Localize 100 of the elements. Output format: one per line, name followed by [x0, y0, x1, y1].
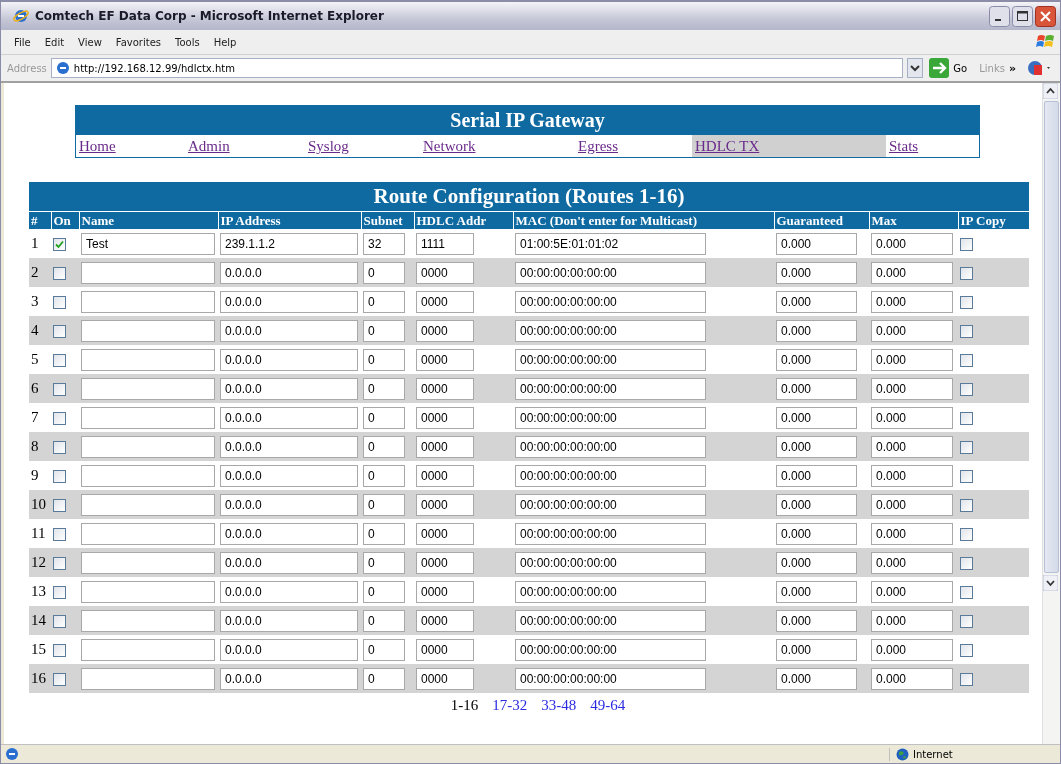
on-checkbox[interactable] — [53, 441, 66, 455]
address-field[interactable]: http://192.168.12.99/hdlctx.htm — [50, 58, 904, 78]
hdlc-address-field[interactable]: 0000 — [416, 638, 474, 661]
ip-copy-checkbox[interactable] — [960, 354, 973, 368]
ip-address-field[interactable]: 0.0.0.0 — [220, 580, 358, 603]
nav-link[interactable]: Home — [76, 135, 185, 157]
hdlc-address-field[interactable]: 0000 — [416, 667, 474, 690]
mac-address-field[interactable]: 00:00:00:00:00:00 — [515, 493, 706, 516]
subnet-field[interactable]: 0 — [363, 377, 405, 400]
on-checkbox[interactable] — [53, 383, 66, 397]
subnet-field[interactable]: 0 — [363, 464, 405, 487]
ip-address-field[interactable]: 0.0.0.0 — [220, 609, 358, 632]
mac-address-field[interactable]: 00:00:00:00:00:00 — [515, 667, 706, 690]
ip-address-field[interactable]: 0.0.0.0 — [220, 638, 358, 661]
guaranteed-field[interactable]: 0.000 — [776, 319, 857, 342]
mac-address-field[interactable]: 00:00:00:00:00:00 — [515, 261, 706, 284]
name-field[interactable] — [81, 609, 215, 632]
guaranteed-field[interactable]: 0.000 — [776, 232, 857, 255]
subnet-field[interactable]: 32 — [363, 232, 405, 255]
max-field[interactable]: 0.000 — [871, 406, 953, 429]
ip-copy-checkbox[interactable] — [960, 557, 973, 571]
maximize-button[interactable] — [1012, 5, 1033, 27]
ip-copy-checkbox[interactable] — [960, 499, 973, 513]
ip-copy-checkbox[interactable] — [960, 615, 973, 629]
guaranteed-field[interactable]: 0.000 — [776, 522, 857, 545]
ip-address-field[interactable]: 0.0.0.0 — [220, 261, 358, 284]
ip-address-field[interactable]: 0.0.0.0 — [220, 493, 358, 516]
scroll-down-button[interactable] — [1043, 575, 1058, 591]
max-field[interactable]: 0.000 — [871, 493, 953, 516]
max-field[interactable]: 0.000 — [871, 464, 953, 487]
nav-link[interactable]: Stats — [886, 135, 979, 157]
mac-address-field[interactable]: 00:00:00:00:00:00 — [515, 406, 706, 429]
hdlc-address-field[interactable]: 0000 — [416, 522, 474, 545]
guaranteed-field[interactable]: 0.000 — [776, 377, 857, 400]
subnet-field[interactable]: 0 — [363, 609, 405, 632]
guaranteed-field[interactable]: 0.000 — [776, 435, 857, 458]
ip-copy-checkbox[interactable] — [960, 383, 973, 397]
hdlc-address-field[interactable]: 0000 — [416, 406, 474, 429]
name-field[interactable] — [81, 435, 215, 458]
hdlc-address-field[interactable]: 0000 — [416, 609, 474, 632]
guaranteed-field[interactable]: 0.000 — [776, 406, 857, 429]
on-checkbox[interactable] — [53, 325, 66, 339]
guaranteed-field[interactable]: 0.000 — [776, 464, 857, 487]
subnet-field[interactable]: 0 — [363, 319, 405, 342]
ip-copy-checkbox[interactable] — [960, 267, 973, 281]
name-field[interactable] — [81, 522, 215, 545]
subnet-field[interactable]: 0 — [363, 406, 405, 429]
max-field[interactable]: 0.000 — [871, 348, 953, 371]
ip-address-field[interactable]: 0.0.0.0 — [220, 348, 358, 371]
menu-item[interactable]: Help — [206, 36, 244, 48]
hdlc-address-field[interactable]: 1111 — [416, 232, 474, 255]
mac-address-field[interactable]: 00:00:00:00:00:00 — [515, 464, 706, 487]
mac-address-field[interactable]: 00:00:00:00:00:00 — [515, 290, 706, 313]
max-field[interactable]: 0.000 — [871, 522, 953, 545]
on-checkbox[interactable] — [53, 644, 66, 658]
ip-address-field[interactable]: 0.0.0.0 — [220, 319, 358, 342]
more-links-button[interactable]: » — [1008, 61, 1016, 75]
hdlc-address-field[interactable]: 0000 — [416, 261, 474, 284]
mac-address-field[interactable]: 01:00:5E:01:01:02 — [515, 232, 706, 255]
nav-link[interactable]: Network — [420, 135, 575, 157]
page-link[interactable]: 33-48 — [541, 697, 577, 714]
on-checkbox[interactable] — [53, 470, 66, 484]
guaranteed-field[interactable]: 0.000 — [776, 261, 857, 284]
guaranteed-field[interactable]: 0.000 — [776, 638, 857, 661]
menu-item[interactable]: View — [71, 36, 109, 48]
ip-address-field[interactable]: 0.0.0.0 — [220, 522, 358, 545]
mac-address-field[interactable]: 00:00:00:00:00:00 — [515, 377, 706, 400]
ip-copy-checkbox[interactable] — [960, 325, 973, 339]
nav-link[interactable]: HDLC TX — [692, 135, 886, 157]
guaranteed-field[interactable]: 0.000 — [776, 551, 857, 574]
ip-copy-checkbox[interactable] — [960, 441, 973, 455]
guaranteed-field[interactable]: 0.000 — [776, 290, 857, 313]
close-button[interactable] — [1035, 5, 1056, 27]
on-checkbox[interactable] — [53, 557, 66, 571]
guaranteed-field[interactable]: 0.000 — [776, 667, 857, 690]
menu-item[interactable]: Favorites — [108, 36, 168, 48]
max-field[interactable]: 0.000 — [871, 551, 953, 574]
dropdown-button[interactable] — [907, 58, 924, 78]
max-field[interactable]: 0.000 — [871, 377, 953, 400]
ip-address-field[interactable]: 0.0.0.0 — [220, 464, 358, 487]
subnet-field[interactable]: 0 — [363, 638, 405, 661]
scrollbar-thumb[interactable] — [1044, 101, 1059, 573]
guaranteed-field[interactable]: 0.000 — [776, 493, 857, 516]
name-field[interactable] — [81, 580, 215, 603]
hdlc-address-field[interactable]: 0000 — [416, 435, 474, 458]
mac-address-field[interactable]: 00:00:00:00:00:00 — [515, 522, 706, 545]
subnet-field[interactable]: 0 — [363, 435, 405, 458]
mac-address-field[interactable]: 00:00:00:00:00:00 — [515, 609, 706, 632]
ip-address-field[interactable]: 0.0.0.0 — [220, 667, 358, 690]
on-checkbox[interactable] — [53, 354, 66, 368]
on-checkbox[interactable] — [53, 296, 66, 310]
ip-copy-checkbox[interactable] — [960, 238, 973, 252]
mac-address-field[interactable]: 00:00:00:00:00:00 — [515, 580, 706, 603]
nav-link[interactable]: Egress — [575, 135, 692, 157]
max-field[interactable]: 0.000 — [871, 580, 953, 603]
ip-address-field[interactable]: 239.1.1.2 — [220, 232, 358, 255]
ip-copy-checkbox[interactable] — [960, 528, 973, 542]
ip-address-field[interactable]: 0.0.0.0 — [220, 290, 358, 313]
ip-copy-checkbox[interactable] — [960, 412, 973, 426]
mac-address-field[interactable]: 00:00:00:00:00:00 — [515, 551, 706, 574]
